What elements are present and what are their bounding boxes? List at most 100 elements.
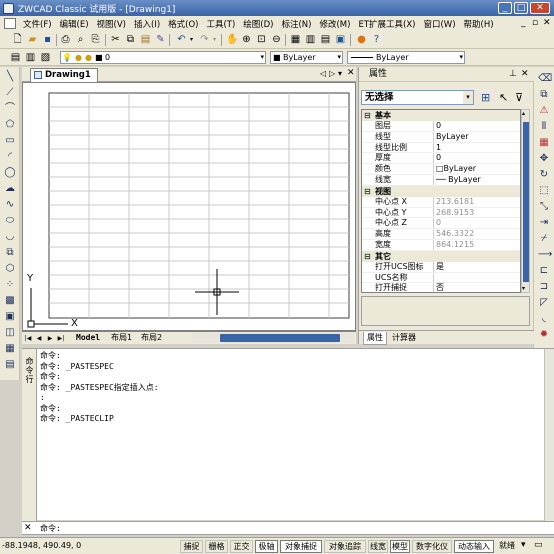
tab-calculator[interactable]: 计算器 <box>389 332 419 344</box>
undo-dropdown-icon[interactable]: ▾ <box>186 34 197 45</box>
tab-close-icon[interactable]: ✕ <box>347 68 355 78</box>
polygon-icon[interactable]: ⬠ <box>4 119 16 131</box>
property-row[interactable]: 图层 0 <box>362 121 520 132</box>
layer-state-icon[interactable]: ▧ <box>40 52 51 63</box>
offset-icon[interactable]: ⫴ <box>538 121 550 133</box>
status-menu-icon[interactable]: ▾ <box>521 540 526 550</box>
property-row[interactable]: 中心点 Y 268.9153 <box>362 207 520 219</box>
mdi-restore-icon[interactable]: ▫ <box>532 18 538 28</box>
erase-icon[interactable]: ⌫ <box>538 73 552 85</box>
horizontal-scrollbar[interactable] <box>192 333 354 343</box>
scroll-down-icon[interactable]: ▾ <box>522 285 525 292</box>
menu-et-tools[interactable]: ET扩展工具(X) <box>354 18 419 30</box>
quick-select-icon[interactable]: ⊽ <box>515 91 523 104</box>
line-icon[interactable]: ╲ <box>4 71 16 83</box>
extend-icon[interactable]: ⟶ <box>538 249 552 261</box>
property-row[interactable]: 中心点 Z0 <box>362 218 520 230</box>
chamfer-icon[interactable]: ◸ <box>538 297 550 309</box>
mdi-close-icon[interactable]: ✕ <box>543 18 551 28</box>
pin-icon[interactable]: ⊥ <box>509 67 517 82</box>
section-other[interactable]: ⊟ 其它 <box>362 250 520 262</box>
collapse-icon[interactable]: ⊟ <box>364 251 371 262</box>
layer-combo[interactable]: 💡 ● ● ■ 0 ▾ <box>60 51 266 64</box>
menu-format[interactable]: 格式(O) <box>164 18 202 30</box>
section-view[interactable]: ⊟ 视图 <box>362 185 520 197</box>
rectangle-icon[interactable]: ▭ <box>4 135 16 147</box>
join-icon[interactable]: ⊐ <box>538 281 550 293</box>
prev-layout-icon[interactable]: ◀ <box>35 334 43 343</box>
command-input-bar[interactable]: ✕ 命令: <box>22 521 554 535</box>
zoom-realtime-icon[interactable]: ⊕ <box>241 34 252 45</box>
spline-icon[interactable]: ∿ <box>4 199 16 211</box>
make-block-icon[interactable]: ⬡ <box>4 263 16 275</box>
calculator-icon[interactable]: ▣ <box>335 34 346 45</box>
tool-palette-icon[interactable]: ▤ <box>320 34 331 45</box>
scale-icon[interactable]: ⬚ <box>538 185 550 197</box>
break-icon[interactable]: ⊏ <box>538 265 550 277</box>
point-icon[interactable]: ⁘ <box>4 279 16 291</box>
property-row[interactable]: 宽度 864.1215 <box>362 239 520 251</box>
property-row[interactable]: 厚度 0 <box>362 153 520 165</box>
select-objects-icon[interactable]: ↖ <box>499 91 508 104</box>
property-row[interactable]: 打开UCS图标是 <box>362 261 520 273</box>
zoom-window-icon[interactable]: ⊡ <box>256 34 267 45</box>
command-window[interactable]: 命令行 命令: 命令: _PASTESPEC 命令: 命令: _PASTESPE… <box>22 348 554 521</box>
properties-icon[interactable]: ▦ <box>290 34 301 45</box>
gradient-icon[interactable]: ▣ <box>4 311 16 323</box>
menu-draw[interactable]: 绘图(D) <box>239 18 277 30</box>
property-row[interactable]: 线型比例 1 <box>362 142 520 154</box>
multiline-text-icon[interactable]: ▤ <box>4 359 16 371</box>
command-window-grip[interactable]: 命令行 <box>22 349 37 521</box>
menu-edit[interactable]: 编辑(E) <box>56 18 93 30</box>
properties-vertical-scrollbar[interactable]: ▴ ▾ <box>521 109 530 293</box>
property-row[interactable]: 打开捕捉否 <box>362 283 520 292</box>
rotate-icon[interactable]: ↻ <box>538 169 550 181</box>
panel-close-icon[interactable]: ✕ <box>521 67 529 82</box>
menu-file[interactable]: 文件(F) <box>19 18 56 30</box>
property-row[interactable]: UCS名称 <box>362 272 520 284</box>
next-layout-icon[interactable]: ▶ <box>46 334 54 343</box>
menu-dimension[interactable]: 标注(N) <box>277 18 315 30</box>
construction-line-icon[interactable]: ⟋ <box>4 87 16 99</box>
lineweight-toggle[interactable]: 线宽 <box>368 540 388 553</box>
close-button[interactable]: ✕ <box>530 2 550 14</box>
save-icon[interactable]: ▪ <box>42 34 53 45</box>
insert-block-icon[interactable]: ⧉ <box>4 247 16 259</box>
polyline-icon[interactable]: ⌒ <box>4 103 16 115</box>
document-icon[interactable] <box>4 18 16 29</box>
tablet-toggle[interactable]: 数字化仪 <box>412 540 452 553</box>
collapse-icon[interactable]: ⊟ <box>364 110 371 121</box>
snap-toggle[interactable]: 捕捉 <box>180 540 203 553</box>
clean-screen-icon[interactable]: ▭ <box>534 540 543 550</box>
tab-model[interactable]: Model <box>73 332 103 344</box>
command-vertical-scrollbar[interactable] <box>544 349 554 521</box>
circle-icon[interactable]: ◯ <box>4 167 16 179</box>
hatch-icon[interactable]: ▩ <box>4 295 16 307</box>
ortho-toggle[interactable]: 正交 <box>230 540 253 553</box>
menu-view[interactable]: 视图(V) <box>93 18 130 30</box>
ellipse-icon[interactable]: ⬭ <box>4 215 16 227</box>
menu-modify[interactable]: 修改(M) <box>315 18 354 30</box>
design-center-icon[interactable]: ▥ <box>305 34 316 45</box>
tab-drawing1[interactable]: Drawing1 <box>30 68 98 82</box>
copy-icon[interactable]: ⧉ <box>125 34 136 45</box>
selection-dropdown[interactable]: 无选择 ▾ <box>361 90 474 105</box>
match-properties-icon[interactable]: ✎ <box>155 34 166 45</box>
tab-list-icon[interactable]: ▾ <box>338 69 342 78</box>
osnap-toggle[interactable]: 对象捕捉 <box>280 540 322 553</box>
tab-layout1[interactable]: 布局1 <box>108 332 135 344</box>
explode-icon[interactable]: ✹ <box>538 329 550 341</box>
first-layout-icon[interactable]: |◀ <box>24 334 32 343</box>
redo-dropdown-icon[interactable]: ▾ <box>209 34 220 45</box>
mirror-icon[interactable]: ⚠ <box>538 105 550 117</box>
model-toggle[interactable]: 模型 <box>390 540 410 553</box>
table-icon[interactable]: ▦ <box>4 343 16 355</box>
publish-icon[interactable]: ⎘ <box>90 34 101 45</box>
help-icon[interactable]: ? <box>371 34 382 45</box>
property-row[interactable]: 线宽 ── ByLayer <box>362 174 520 186</box>
menu-insert[interactable]: 插入(I) <box>130 18 164 30</box>
lengthen-icon[interactable]: ⇥ <box>538 217 550 229</box>
property-row[interactable]: 颜色 □ByLayer <box>362 164 520 175</box>
scrollbar-thumb[interactable] <box>523 122 529 282</box>
array-icon[interactable]: ▦ <box>538 137 550 149</box>
